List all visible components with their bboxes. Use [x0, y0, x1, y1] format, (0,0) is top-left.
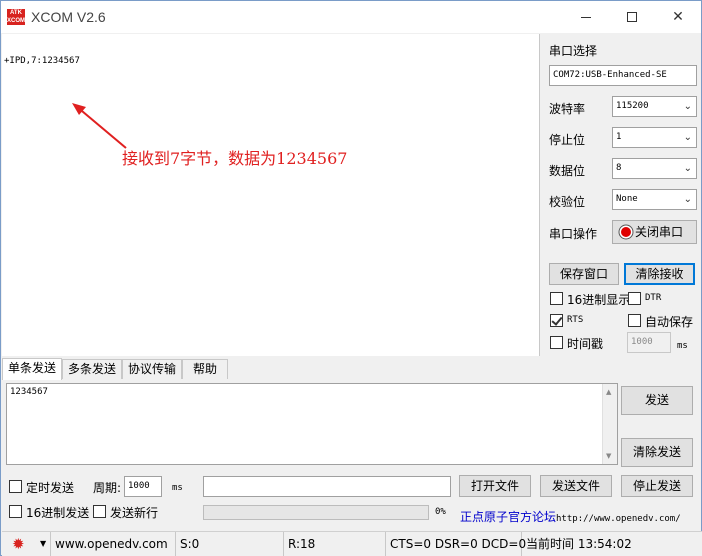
sent-count: S:0 — [176, 532, 284, 556]
timed-send-label: 定时发送 — [26, 481, 75, 495]
modem-signals: CTS=0 DSR=0 DCD=0 — [386, 532, 526, 556]
annotation-text: 接收到7字节，数据为1234567 — [122, 149, 348, 168]
dtr-label: DTR — [645, 293, 662, 303]
minimize-icon — [581, 16, 591, 18]
hex-send-label: 16进制发送 — [26, 506, 90, 520]
hex-display-label: 16进制显示 — [567, 293, 631, 307]
minimize-button[interactable] — [563, 1, 609, 33]
timestamp-interval-input[interactable]: 1000 — [627, 332, 671, 353]
stop-bits-label: 停止位 — [549, 133, 586, 147]
send-progress-bar — [203, 505, 429, 520]
send-progress-percent: 0% — [435, 507, 446, 517]
data-bits-label: 数据位 — [549, 164, 586, 178]
gear-icon[interactable]: ✹ — [12, 536, 28, 552]
baud-value: 115200 — [616, 101, 649, 111]
file-path-input[interactable] — [203, 476, 451, 497]
open-file-button[interactable]: 打开文件 — [459, 475, 531, 497]
auto-save-checkbox[interactable] — [628, 314, 641, 327]
send-newline-label: 发送新行 — [110, 506, 159, 520]
chevron-down-icon: ⌄ — [683, 132, 692, 143]
data-bits-select[interactable]: 8 ⌄ — [612, 158, 697, 179]
forum-url: http://www.openedv.com/ — [556, 514, 681, 524]
maximize-button[interactable] — [609, 1, 655, 33]
hex-send-checkbox[interactable] — [9, 505, 22, 518]
clear-receive-button[interactable]: 清除接收 — [624, 263, 695, 285]
rts-checkbox[interactable] — [550, 314, 563, 327]
clear-send-button[interactable]: 清除发送 — [621, 438, 693, 467]
chevron-down-icon[interactable]: ▼ — [40, 532, 46, 556]
send-text: 1234567 — [10, 387, 48, 397]
rts-label: RTS — [567, 315, 584, 325]
received-count: R:18 — [284, 532, 386, 556]
tab-single-send[interactable]: 单条发送 — [2, 358, 62, 380]
send-newline-checkbox[interactable] — [93, 505, 106, 518]
send-file-button[interactable]: 发送文件 — [540, 475, 612, 497]
forum-link[interactable]: 正点原子官方论坛http://www.openedv.com/ — [460, 508, 681, 525]
app-logo-icon: ATK XCOM — [7, 9, 25, 25]
scroll-down-icon[interactable]: ▼ — [606, 452, 611, 460]
close-button[interactable]: ✕ — [655, 1, 701, 33]
port-value: COM72:USB-Enhanced-SE — [553, 70, 667, 80]
hex-display-checkbox[interactable] — [550, 292, 563, 305]
stop-bits-value: 1 — [616, 132, 622, 142]
chevron-down-icon: ⌄ — [683, 194, 692, 205]
window-title: XCOM V2.6 — [31, 9, 106, 25]
close-port-label: 关闭串口 — [635, 225, 684, 239]
send-button[interactable]: 发送 — [621, 386, 693, 415]
receive-area[interactable]: +IPD,7:1234567 接收到7字节，数据为1234567 — [2, 34, 540, 356]
port-select-label: 串口选择 — [549, 44, 598, 58]
tab-help[interactable]: 帮助 — [182, 359, 228, 379]
status-bar: ✹ ▼ www.openedv.com S:0 R:18 CTS=0 DSR=0… — [2, 531, 702, 556]
baud-select[interactable]: 115200 ⌄ — [612, 96, 697, 117]
timestamp-checkbox[interactable] — [550, 336, 563, 349]
send-input[interactable]: 1234567 ▲ ▼ — [6, 383, 618, 465]
chevron-down-icon: ⌄ — [683, 101, 692, 112]
stop-bits-select[interactable]: 1 ⌄ — [612, 127, 697, 148]
period-label: 周期: — [93, 481, 122, 495]
period-input[interactable]: 1000 — [124, 476, 162, 497]
close-port-button[interactable]: 关闭串口 — [612, 220, 697, 244]
send-scrollbar[interactable]: ▲ ▼ — [602, 384, 617, 464]
parity-label: 校验位 — [549, 195, 586, 209]
parity-value: None — [616, 194, 638, 204]
port-select[interactable]: COM72:USB-Enhanced-SE — [549, 65, 697, 86]
record-icon — [618, 224, 634, 240]
timestamp-unit: ms — [677, 341, 688, 351]
xcom-window: ATK XCOM XCOM V2.6 ✕ +IPD,7:1234567 接收到7字… — [0, 0, 702, 556]
current-time: 当前时间 13:54:02 — [526, 537, 632, 551]
timed-send-checkbox[interactable] — [9, 480, 22, 493]
tab-protocol[interactable]: 协议传输 — [122, 359, 182, 379]
baud-label: 波特率 — [549, 102, 586, 116]
website-label[interactable]: www.openedv.com — [50, 532, 176, 556]
data-bits-value: 8 — [616, 163, 622, 173]
title-bar: ATK XCOM XCOM V2.6 ✕ — [1, 1, 701, 33]
stop-send-button[interactable]: 停止发送 — [621, 475, 693, 497]
auto-save-label: 自动保存 — [645, 315, 694, 329]
timestamp-label: 时间戳 — [567, 337, 604, 351]
period-unit: ms — [172, 483, 183, 493]
chevron-down-icon: ⌄ — [683, 163, 692, 174]
save-window-button[interactable]: 保存窗口 — [549, 263, 619, 285]
tab-multi-send[interactable]: 多条发送 — [62, 359, 122, 379]
parity-select[interactable]: None ⌄ — [612, 189, 697, 210]
dtr-checkbox[interactable] — [628, 292, 641, 305]
port-operation-label: 串口操作 — [549, 227, 598, 241]
maximize-icon — [627, 12, 637, 22]
receive-text: +IPD,7:1234567 — [4, 56, 80, 66]
scroll-up-icon[interactable]: ▲ — [606, 388, 611, 396]
forum-link-label: 正点原子官方论坛 — [460, 510, 557, 524]
